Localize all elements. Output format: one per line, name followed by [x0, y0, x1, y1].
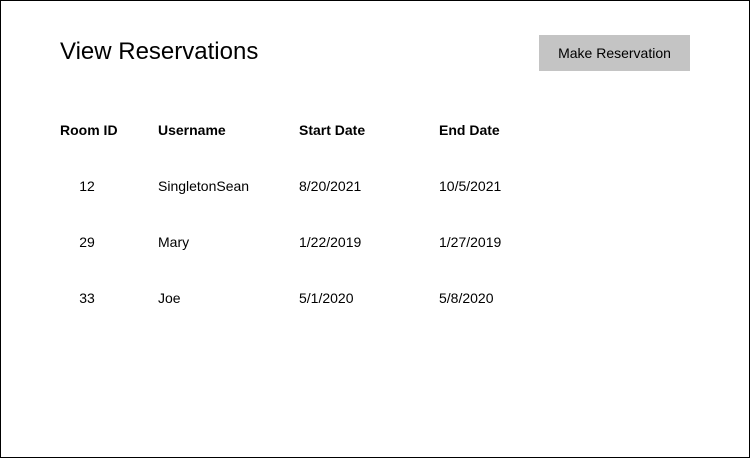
column-header-end-date: End Date — [439, 122, 500, 138]
username-cell: SingletonSean — [158, 178, 250, 194]
end-date-cell: 1/27/2019 — [439, 234, 502, 250]
column-header-start-date: Start Date — [299, 122, 366, 138]
column-header-room-id: Room ID — [60, 122, 118, 138]
column-header-username: Username — [158, 122, 226, 138]
make-reservation-button[interactable]: Make Reservation — [539, 35, 690, 71]
page-title: View Reservations — [60, 38, 259, 65]
start-date-cell: 1/22/2019 — [299, 234, 362, 250]
app-window: View Reservations Make Reservation Room … — [0, 0, 750, 458]
end-date-cell: 5/8/2020 — [439, 290, 494, 306]
username-cell: Mary — [158, 234, 190, 250]
room-id-cell: 12 — [79, 178, 95, 194]
start-date-cell: 8/20/2021 — [299, 178, 362, 194]
start-date-cell: 5/1/2020 — [299, 290, 354, 306]
end-date-cell: 10/5/2021 — [439, 178, 502, 194]
room-id-cell: 33 — [79, 290, 95, 306]
username-cell: Joe — [158, 290, 181, 306]
room-id-cell: 29 — [79, 234, 95, 250]
